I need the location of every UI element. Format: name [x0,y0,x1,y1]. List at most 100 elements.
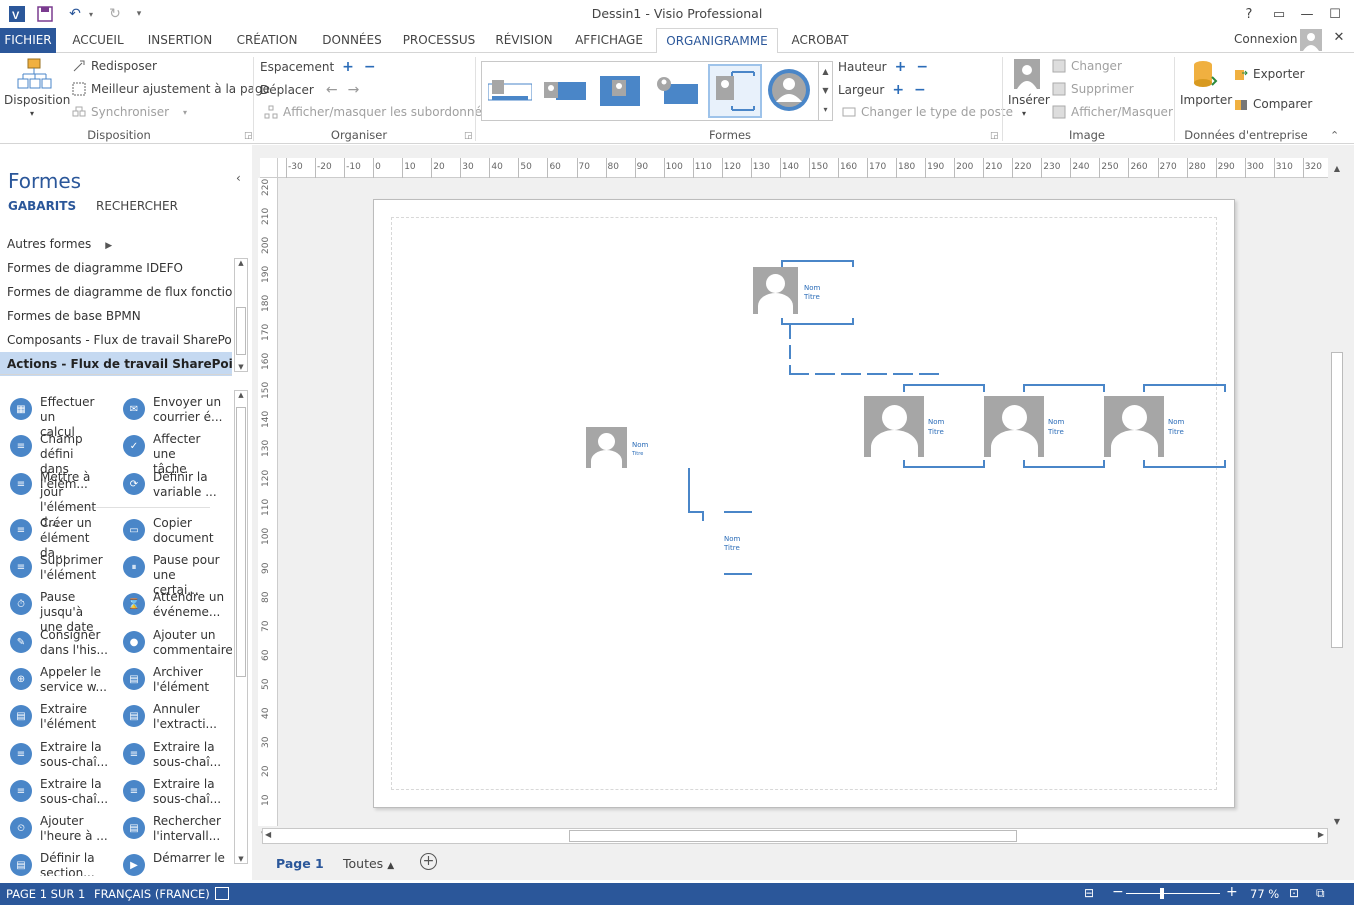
shape-item[interactable]: ⊕ Appeler le service w... [0,665,112,701]
status-page[interactable]: PAGE 1 SUR 1 [6,887,85,901]
close-button[interactable]: ✕ [1330,30,1348,48]
shape-item[interactable]: ● Ajouter un commentaire [113,628,232,664]
org-picture-sub-3[interactable] [1104,396,1164,457]
zoom-slider[interactable] [1126,893,1220,894]
espacement-increase-icon[interactable]: + [342,59,354,75]
width-increase-icon[interactable]: + [892,82,904,98]
shape-item[interactable]: ⏱ Pause jusqu'à une date [0,590,112,634]
org-picture-loose[interactable] [586,427,627,468]
shape-item[interactable]: ▤ Annuler l'extracti... [113,702,225,738]
org-picture-manager[interactable] [753,267,798,314]
collapse-pane-icon[interactable]: ‹ [236,171,241,185]
disposition-launcher-icon[interactable]: ◲ [244,131,253,141]
import-icon[interactable] [1192,59,1218,91]
signin-link[interactable]: Connexion [1234,32,1298,46]
height-increase-icon[interactable]: + [895,59,907,75]
shape-item[interactable]: ⏸ Pause pour une certai... [113,553,225,597]
tab-acrobat[interactable]: ACROBAT [784,28,856,53]
inserer-dropdown-icon[interactable]: ▾ [1022,109,1026,118]
fit-page-icon[interactable]: ⊡ [1289,886,1299,900]
shape-item[interactable]: ✎ Consigner dans l'his... [0,628,112,664]
changer-image-button[interactable]: Changer [1052,59,1122,73]
org-picture-sub-1[interactable] [864,396,924,457]
gallery-style-1[interactable] [487,74,533,108]
comparer-button[interactable]: Comparer [1234,97,1312,111]
insert-picture-icon[interactable] [1014,59,1040,89]
toggle-subordinates-button[interactable]: Afficher/masquer les subordonnés [264,105,488,119]
shape-item[interactable]: ≡ Extraire la sous-chaî... [0,740,112,776]
stencil-list-scrollbar[interactable]: ▲ ▼ [234,258,248,372]
width-decrease-icon[interactable]: − [914,82,926,98]
presentation-mode-icon[interactable]: ⊟ [1084,886,1094,900]
help-button[interactable]: ? [1236,3,1262,25]
shape-item[interactable]: ▶ Démarrer le [113,851,225,876]
add-page-icon[interactable]: + [420,853,437,870]
zoom-level[interactable]: 77 % [1250,887,1279,901]
disposition-icon[interactable] [16,57,52,93]
inserer-button[interactable]: Insérer [1008,93,1050,107]
exporter-button[interactable]: Exporter [1234,67,1305,81]
gallery-style-5-selected[interactable] [708,64,762,118]
collapse-ribbon-icon[interactable]: ⌃ [1330,129,1339,142]
tab-accueil[interactable]: ACCUEIL [66,28,130,53]
minimize-button[interactable]: — [1294,3,1320,25]
change-position-type-button[interactable]: Changer le type de poste [842,105,1013,119]
disposition-button[interactable]: Disposition [4,93,70,107]
shape-item[interactable]: ≡ Créer un élément da... [0,516,112,560]
shape-item[interactable]: ▤ Rechercher l'intervall... [113,814,225,850]
shape-item[interactable]: ≡ Extraire la sous-chaî... [113,740,225,776]
user-avatar-icon[interactable] [1300,29,1322,51]
zoom-out-icon[interactable]: − [1112,884,1124,900]
macro-record-icon[interactable] [215,887,229,900]
fit-to-page-button[interactable]: Meilleur ajustement à la page [72,82,270,96]
shape-item[interactable]: ▦ Effectuer un calcul [0,395,112,439]
shape-item[interactable]: ⌛ Attendre un événeme... [113,590,225,626]
shape-item[interactable]: ✓ Affecter une tâche [113,432,225,476]
shape-item[interactable]: ▤ Définir la section... [0,851,112,876]
shape-item[interactable]: ▤ Extraire l'élément [0,702,112,738]
shape-item[interactable]: ⏲ Ajouter l'heure à ... [0,814,112,850]
disposition-dropdown-icon[interactable]: ▾ [30,109,34,118]
shape-item[interactable]: ✉ Envoyer un courrier é... [113,395,225,431]
shapes-scrollbar[interactable]: ▲ ▼ [234,390,248,864]
shape-item[interactable]: ≡ Extraire la sous-chaî... [113,777,225,813]
scroll-right-icon[interactable]: ▶ [1318,830,1324,839]
maximize-button[interactable]: ☐ [1322,3,1348,25]
afficher-masquer-image-button[interactable]: Afficher/Masquer [1052,105,1173,119]
importer-button[interactable]: Importer [1180,93,1232,107]
move-left-icon[interactable]: ← [326,82,338,98]
zoom-in-icon[interactable]: + [1226,884,1238,900]
all-pages-tab[interactable]: Toutes ▲ [343,856,394,871]
tab-creation[interactable]: CRÉATION [230,28,304,53]
shape-item[interactable]: ≡ Champ défini dans l'élém... [0,432,112,491]
status-language[interactable]: FRANÇAIS (FRANCE) [94,887,210,901]
espacement-decrease-icon[interactable]: − [364,59,376,75]
switch-windows-icon[interactable]: ⧉ [1316,886,1325,901]
gallery-style-3[interactable] [598,70,642,108]
tab-donnees[interactable]: DONNÉES [316,28,388,53]
shape-item[interactable]: ⟳ Définir la variable ... [113,470,225,506]
redisposer-button[interactable]: Redisposer [72,59,157,73]
tab-organigramme[interactable]: ORGANIGRAMME [656,28,778,54]
zoom-slider-thumb[interactable] [1160,888,1164,899]
tab-revision[interactable]: RÉVISION [490,28,558,53]
height-decrease-icon[interactable]: − [916,59,928,75]
shape-item[interactable]: ▭ Copier document [113,516,225,552]
tab-processus[interactable]: PROCESSUS [398,28,480,53]
scroll-left-icon[interactable]: ◀ [265,830,271,839]
canvas-horizontal-scrollbar[interactable]: ◀ ▶ [262,828,1328,844]
shape-item[interactable]: ≡ Mettre à jour l'élément d... [0,470,112,529]
gallery-style-6[interactable] [766,66,812,114]
page-tab-1[interactable]: Page 1 [276,856,324,871]
hscroll-thumb[interactable] [569,830,1017,842]
formes-launcher-icon[interactable]: ◲ [990,131,999,141]
supprimer-image-button[interactable]: Supprimer [1052,82,1134,96]
gallery-style-2[interactable] [542,74,586,108]
shape-item[interactable]: ≡ Supprimer l'élément [0,553,112,589]
tab-fichier[interactable]: FICHIER [0,28,56,53]
tab-insertion[interactable]: INSERTION [142,28,218,53]
gallery-scroll[interactable]: ▲ ▼ ▾ [818,62,832,120]
ribbon-display-button[interactable]: ▭ [1266,3,1292,25]
organiser-launcher-icon[interactable]: ◲ [464,131,473,141]
shape-item[interactable]: ≡ Extraire la sous-chaî... [0,777,112,813]
